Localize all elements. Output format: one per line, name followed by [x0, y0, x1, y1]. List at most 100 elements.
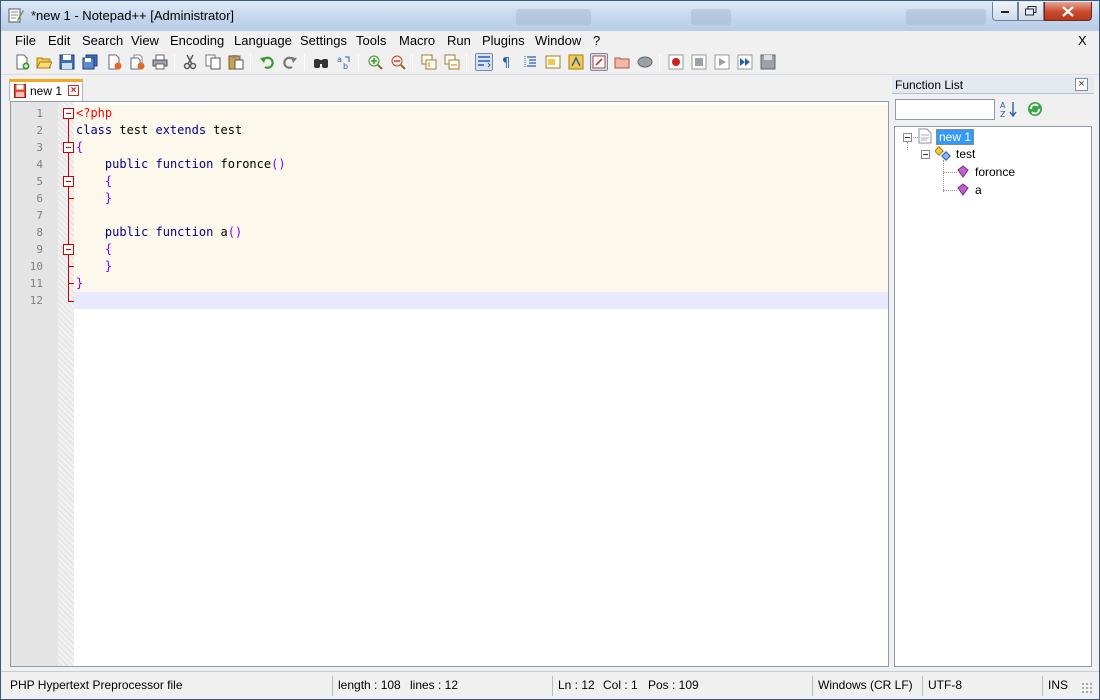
sync-horizontal-icon[interactable] [443, 53, 461, 71]
sync-vertical-icon[interactable] [420, 53, 438, 71]
play-macro-icon[interactable] [713, 53, 731, 71]
function-tree[interactable]: new 1 test foronce a [894, 126, 1092, 667]
monitoring-icon[interactable] [613, 53, 631, 71]
minimize-button[interactable] [992, 2, 1018, 21]
menu-language[interactable]: Language [234, 33, 292, 48]
save-macro-icon[interactable] [759, 53, 777, 71]
resize-grip[interactable] [1081, 682, 1093, 694]
status-lines: lines : 12 [410, 678, 459, 692]
tree-node-method[interactable]: foronce [975, 165, 1015, 179]
close-document-button[interactable]: X [1078, 33, 1087, 48]
fold-toggle-icon[interactable] [63, 244, 74, 255]
new-file-icon[interactable] [13, 53, 31, 71]
status-insert-mode[interactable]: INS [1042, 676, 1068, 696]
word-wrap-icon[interactable] [475, 53, 493, 71]
menu-file[interactable]: File [15, 33, 36, 48]
menu-encoding[interactable]: Encoding [170, 33, 224, 48]
print-icon[interactable] [151, 53, 169, 71]
tree-node-method[interactable]: a [975, 183, 982, 197]
tail-icon[interactable] [636, 53, 654, 71]
function-list-close-button[interactable]: × [1075, 78, 1088, 91]
stop-record-icon[interactable] [690, 53, 708, 71]
indent-guide-icon[interactable] [521, 53, 539, 71]
replace-icon[interactable]: ab [335, 53, 353, 71]
tree-node-class[interactable]: test [956, 147, 975, 161]
zoom-in-icon[interactable] [366, 53, 384, 71]
show-all-chars-icon[interactable]: ¶ [498, 53, 516, 71]
status-bar: PHP Hypertext Preprocessor file length :… [1, 671, 1099, 699]
find-icon[interactable] [312, 53, 330, 71]
status-eol-format[interactable]: Windows (CR LF) [812, 676, 913, 696]
cut-icon[interactable] [181, 53, 199, 71]
record-macro-icon[interactable] [667, 53, 685, 71]
tree-node-root[interactable]: new 1 [936, 129, 975, 145]
fold-toggle-icon[interactable] [63, 142, 74, 153]
function-list-icon[interactable] [567, 53, 585, 71]
sort-icon[interactable]: A Z [1000, 100, 1018, 118]
zoom-out-icon[interactable] [389, 53, 407, 71]
code-token: public [104, 157, 149, 171]
tree-collapse-toggle[interactable] [903, 133, 912, 142]
code-token: } [76, 276, 84, 290]
copy-icon[interactable] [204, 53, 222, 71]
line-number: 12 [29, 294, 43, 307]
close-icon[interactable] [105, 53, 123, 71]
line-number: 7 [36, 209, 43, 222]
code-token: () [271, 157, 286, 171]
tab-label: new 1 [30, 84, 63, 98]
code-area[interactable]: <?php class test extends test{ public fun… [74, 102, 888, 666]
fold-end-marker [68, 198, 74, 199]
open-file-icon[interactable] [35, 53, 53, 71]
reload-icon[interactable] [1026, 100, 1044, 118]
function-search-input[interactable] [895, 99, 995, 120]
code-line: } [76, 190, 112, 207]
line-number: 3 [36, 141, 43, 154]
function-list-title: Function List [895, 78, 964, 92]
line-number: 4 [36, 158, 43, 171]
save-all-icon[interactable] [81, 53, 99, 71]
tree-connector [907, 142, 908, 150]
code-line: public function a() [76, 224, 242, 241]
svg-text:a: a [337, 55, 342, 64]
run-macro-multiple-icon[interactable] [736, 53, 754, 71]
code-line: class test extends test [76, 122, 242, 139]
menu-macro[interactable]: Macro [399, 33, 435, 48]
status-encoding[interactable]: UTF-8 [922, 676, 962, 696]
menu-run[interactable]: Run [447, 33, 471, 48]
close-window-button[interactable] [1044, 2, 1092, 21]
modified-file-icon [14, 84, 26, 98]
menu-plugins[interactable]: Plugins [482, 33, 525, 48]
tab-close-button[interactable]: × [68, 85, 79, 96]
fold-toggle-icon[interactable] [63, 176, 74, 187]
menu-search[interactable]: Search [82, 33, 123, 48]
redo-icon[interactable] [281, 53, 299, 71]
maximize-button[interactable] [1018, 2, 1044, 21]
code-editor[interactable]: 1 2 3 4 5 6 7 8 9 10 11 12 <?php class test extends … [10, 101, 889, 667]
doc-map-icon[interactable] [544, 53, 562, 71]
tree-collapse-toggle[interactable] [921, 150, 930, 159]
line-number: 11 [29, 277, 43, 290]
tree-connector [943, 172, 957, 173]
menu-help[interactable]: ? [593, 33, 600, 48]
code-line: public function foronce() [76, 156, 286, 173]
folder-workspace-icon[interactable] [590, 53, 608, 71]
code-line: } [76, 258, 112, 275]
toolbar-separator [358, 54, 359, 71]
line-number: 10 [29, 260, 43, 273]
close-all-icon[interactable] [128, 53, 146, 71]
undo-icon[interactable] [258, 53, 276, 71]
menu-window[interactable]: Window [535, 33, 581, 48]
save-icon[interactable] [58, 53, 76, 71]
tab-new-1[interactable]: new 1 × [9, 79, 83, 101]
paste-icon[interactable] [227, 53, 245, 71]
method-icon [957, 165, 969, 178]
menu-view[interactable]: View [131, 33, 159, 48]
line-number: 5 [36, 175, 43, 188]
menu-edit[interactable]: Edit [48, 33, 70, 48]
fold-toggle-icon[interactable] [63, 108, 74, 119]
menu-settings[interactable]: Settings [300, 33, 347, 48]
fold-end-marker [68, 266, 74, 267]
menu-tools[interactable]: Tools [356, 33, 386, 48]
code-token: { [76, 140, 84, 154]
